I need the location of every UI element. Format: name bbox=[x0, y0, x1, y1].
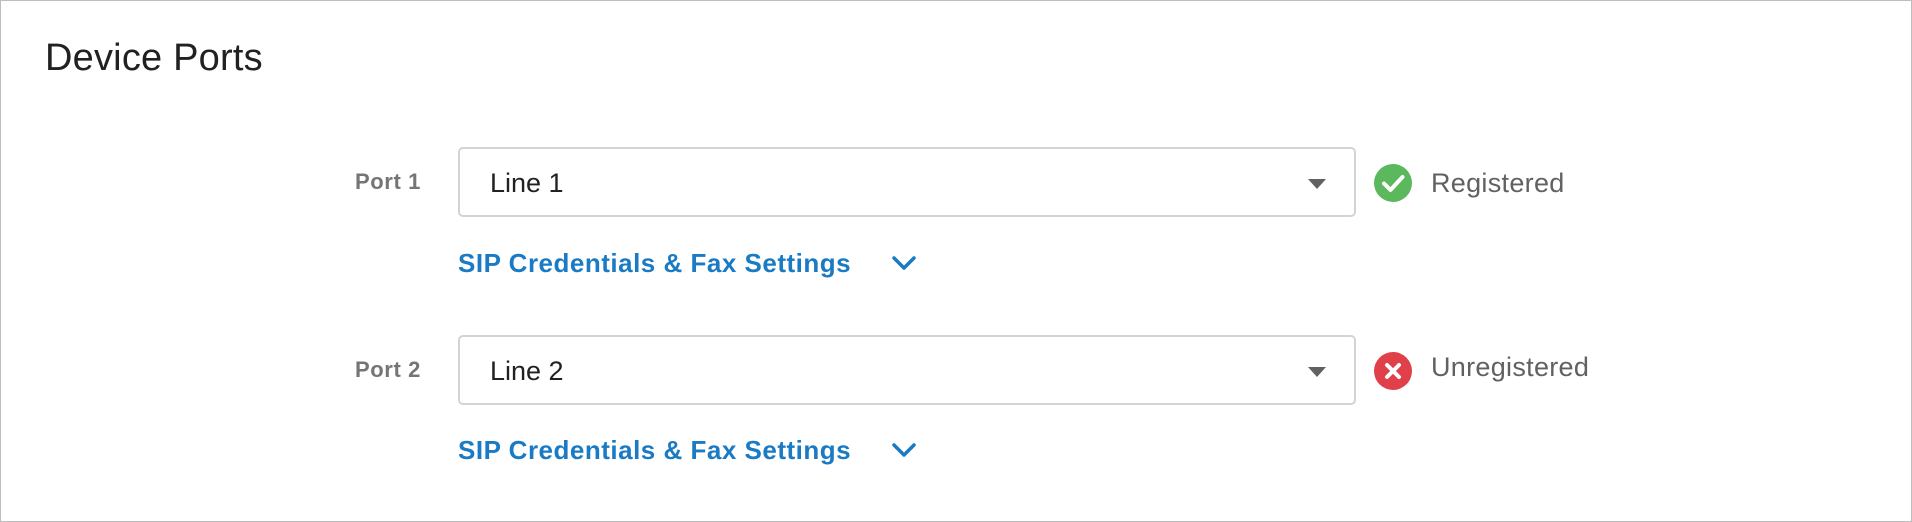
caret-down-icon bbox=[1308, 367, 1326, 377]
port-label: Port 2 bbox=[355, 357, 421, 382]
chevron-down-icon[interactable] bbox=[891, 442, 917, 458]
sip-settings-link-port-2[interactable]: SIP Credentials & Fax Settings bbox=[458, 435, 851, 466]
port-1-line-select[interactable]: Line 1 bbox=[458, 147, 1356, 217]
port-label: Port 1 bbox=[355, 169, 421, 194]
port-row-1: Port 1 Line 1 Registered bbox=[1, 147, 1911, 221]
port-row-2: Port 2 Line 2 Unregistered bbox=[1, 335, 1911, 409]
select-value: Line 1 bbox=[490, 168, 564, 198]
sip-settings-link-port-1[interactable]: SIP Credentials & Fax Settings bbox=[458, 248, 851, 279]
select-value: Line 2 bbox=[490, 356, 564, 386]
status-unregistered: Unregistered bbox=[1431, 352, 1590, 382]
page-title: Device Ports bbox=[45, 37, 263, 79]
chevron-down-icon[interactable] bbox=[891, 255, 917, 271]
port-2-line-select[interactable]: Line 2 bbox=[458, 335, 1356, 405]
status-registered: Registered bbox=[1431, 168, 1565, 198]
caret-down-icon bbox=[1308, 179, 1326, 189]
check-circle-icon bbox=[1374, 164, 1412, 202]
error-circle-icon bbox=[1374, 352, 1412, 390]
device-ports-panel: Device Ports Port 1 Line 1 Registered SI… bbox=[0, 0, 1912, 522]
